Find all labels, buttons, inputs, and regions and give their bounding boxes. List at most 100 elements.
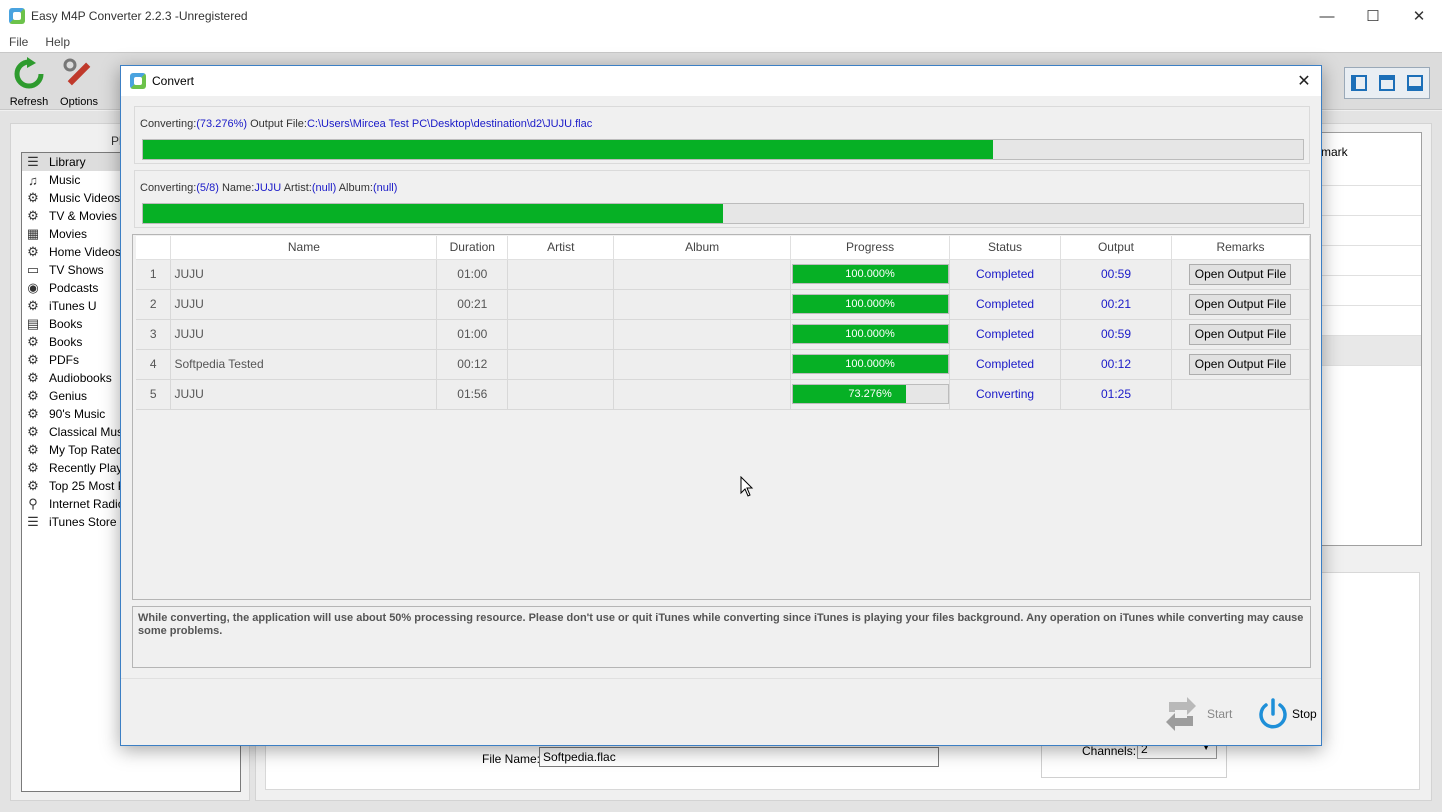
cell-progress: 100.000% (790, 349, 951, 380)
column-header-status[interactable]: Status (949, 236, 1062, 260)
playlist-item-label: TV Shows (49, 263, 104, 277)
minimize-button[interactable]: — (1304, 0, 1350, 32)
overall-progress-fill (143, 204, 723, 223)
antenna-icon: ⚲ (28, 496, 38, 511)
column-header-index (136, 236, 172, 260)
cell-duration: 01:00 (436, 319, 509, 350)
table-row[interactable]: 1 JUJU 01:00 100.000% Completed 00:59 Open Out… (136, 259, 1311, 290)
track-album-value: (null) (372, 182, 398, 194)
playlist-item-label: Classical Musi (49, 425, 126, 439)
view-top-pane-icon[interactable] (1379, 75, 1395, 91)
table-header-row: Name Duration Artist Album Progress Stat… (136, 236, 1311, 260)
column-header-name[interactable]: Name (170, 236, 438, 260)
cell-artist (507, 349, 615, 380)
cell-name: JUJU (170, 259, 438, 290)
refresh-button[interactable]: Refresh (4, 57, 54, 109)
start-button[interactable]: Start (1163, 694, 1232, 734)
column-header-progress[interactable]: Progress (790, 236, 951, 260)
playlist-item-label: iTunes U (49, 299, 97, 313)
playlist-item-label: Music Videos (49, 191, 121, 205)
view-bottom-pane-icon[interactable] (1407, 75, 1423, 91)
row-number: 2 (136, 289, 172, 320)
options-label: Options (60, 96, 98, 108)
column-header-remarks[interactable]: Remarks (1171, 236, 1311, 260)
table-row[interactable] (1321, 365, 1421, 395)
stop-button[interactable]: Stop (1257, 694, 1317, 734)
column-header-album[interactable]: Album (613, 236, 792, 260)
channels-label: Channels: (1082, 744, 1137, 758)
dialog-close-button[interactable]: ✕ (1293, 70, 1315, 92)
file-name-label: File Name: (482, 752, 541, 766)
playlist-item-label: Home Videos (49, 245, 121, 259)
column-header-artist[interactable]: Artist (507, 236, 615, 260)
cell-status: Completed (949, 349, 1062, 380)
file-progress-bar (142, 139, 1304, 160)
menu-help[interactable]: Help (45, 35, 70, 49)
gear-icon: ⚙ (27, 334, 39, 349)
table-row[interactable] (1321, 275, 1421, 305)
cell-artist (507, 319, 615, 350)
gear-icon: ⚙ (27, 208, 39, 223)
table-row[interactable] (1321, 215, 1421, 245)
open-output-file-button[interactable]: Open Output File (1189, 293, 1292, 315)
playlist-item-label: Books (49, 335, 83, 349)
table-row[interactable] (1321, 185, 1421, 215)
view-mode-buttons (1344, 67, 1430, 99)
row-progress-text: 100.000% (845, 298, 895, 310)
maximize-button[interactable]: ☐ (1350, 0, 1396, 32)
cell-duration: 01:56 (436, 379, 509, 410)
table-row[interactable]: 3 JUJU 01:00 100.000% Completed 00:59 Open Out… (136, 319, 1311, 350)
row-progress-bar: 100.000% (791, 264, 949, 284)
overall-progress-info: Converting:(5/8) Name:JUJU Artist:(null)… (140, 182, 397, 194)
track-album-label: Album: (336, 182, 373, 194)
cell-progress: 100.000% (790, 289, 951, 320)
playlist-item-label: Podcasts (49, 281, 99, 295)
row-number: 1 (136, 259, 172, 290)
column-header-output[interactable]: Output (1060, 236, 1172, 260)
view-left-pane-icon[interactable] (1351, 75, 1367, 91)
dialog-separator (121, 678, 1321, 679)
table-row[interactable] (1321, 305, 1421, 335)
close-button[interactable]: ✕ (1396, 0, 1442, 32)
cell-output: 00:21 (1060, 289, 1172, 320)
tv-icon: ▭ (26, 262, 40, 277)
table-row[interactable] (1321, 245, 1421, 275)
gear-icon: ⚙ (27, 190, 39, 205)
music-note-icon: ♫ (28, 172, 38, 188)
open-output-file-button[interactable]: Open Output File (1189, 323, 1292, 345)
table-row[interactable]: 5 JUJU 01:56 73.276% Converting 01:25 (136, 379, 1311, 410)
convert-arrows-icon (1166, 697, 1196, 731)
table-row[interactable]: 2 JUJU 00:21 100.000% Completed 00:21 Open Out… (136, 289, 1311, 320)
menu-file[interactable]: File (9, 35, 28, 49)
playlist-item-label: Genius (49, 389, 88, 403)
cell-output: 00:59 (1060, 259, 1172, 290)
playlist-item-label: 90's Music (49, 407, 106, 421)
window-controls: — ☐ ✕ (1304, 0, 1442, 32)
table-row[interactable] (1321, 335, 1421, 365)
options-button[interactable]: Options (54, 57, 104, 109)
open-output-file-button[interactable]: Open Output File (1189, 353, 1292, 375)
column-header-duration[interactable]: Duration (436, 236, 509, 260)
film-icon: ▦ (26, 226, 40, 241)
cell-remarks: Open Output File (1171, 289, 1311, 320)
book-icon: ▤ (26, 316, 40, 331)
row-number: 3 (136, 319, 172, 350)
row-progress-text: 100.000% (845, 358, 895, 370)
podcast-icon: ◉ (27, 280, 39, 295)
cell-album (613, 379, 792, 410)
file-progress-box: Converting:(73.276%) Output File:C:\User… (134, 106, 1310, 164)
file-name-input[interactable]: Softpedia.flac (539, 747, 939, 767)
output-file-path: C:\Users\Mircea Test PC\Desktop\destinat… (306, 118, 593, 130)
playlist-item-label: PDFs (49, 353, 79, 367)
open-output-file-button[interactable]: Open Output File (1189, 263, 1292, 285)
output-file-label: Output File: (247, 118, 307, 130)
start-label: Start (1207, 707, 1233, 721)
app-title: Easy M4P Converter 2.2.3 -Unregistered (31, 9, 248, 23)
cell-duration: 01:00 (436, 259, 509, 290)
playlist-item-label: Movies (49, 227, 88, 241)
cell-progress: 73.276% (790, 379, 951, 410)
cell-remarks: Open Output File (1171, 319, 1311, 350)
cell-status: Completed (949, 259, 1062, 290)
table-row[interactable]: 4 Softpedia Tested 00:12 100.000% Completed 0… (136, 349, 1311, 380)
refresh-icon (14, 57, 44, 89)
